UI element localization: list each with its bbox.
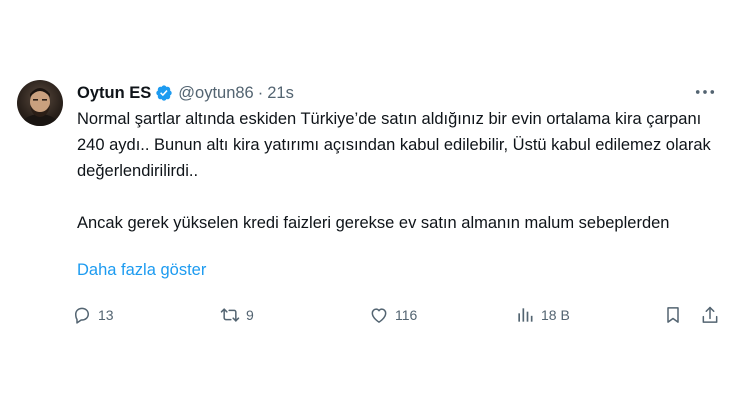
retweet-count: 9 bbox=[246, 307, 254, 323]
bookmark-button[interactable] bbox=[663, 303, 683, 327]
share-icon bbox=[700, 305, 720, 325]
reply-button[interactable]: 13 bbox=[72, 303, 114, 327]
tweet-header: Oytun ES @oytun86 · 21s bbox=[77, 82, 710, 104]
retweet-button[interactable]: 9 bbox=[220, 303, 254, 327]
bookmark-icon bbox=[663, 305, 683, 325]
reply-count: 13 bbox=[98, 307, 114, 323]
share-button[interactable] bbox=[700, 303, 720, 327]
show-more-link[interactable]: Daha fazla göster bbox=[77, 261, 206, 280]
avatar[interactable] bbox=[17, 80, 63, 126]
retweet-icon bbox=[220, 305, 240, 325]
author-handle[interactable]: @oytun86 bbox=[178, 84, 253, 103]
tweet-actions: 13 9 116 18 B bbox=[72, 303, 722, 327]
like-button[interactable]: 116 bbox=[369, 303, 417, 327]
verified-badge-icon[interactable] bbox=[155, 84, 173, 102]
more-dots-icon[interactable] bbox=[694, 84, 716, 100]
author-name[interactable]: Oytun ES bbox=[77, 84, 151, 103]
heart-icon bbox=[369, 305, 389, 325]
reply-icon bbox=[72, 305, 92, 325]
separator-dot: · bbox=[257, 83, 264, 102]
avatar-image-icon bbox=[20, 88, 60, 126]
tweet-time[interactable]: 21s bbox=[267, 84, 294, 103]
views-count: 18 B bbox=[541, 307, 570, 323]
like-count: 116 bbox=[395, 307, 418, 323]
tweet-paragraph-2: Ancak gerek yükselen kredi faizleri gere… bbox=[77, 214, 670, 232]
views-button[interactable]: 18 B bbox=[515, 303, 570, 327]
tweet[interactable]: Oytun ES @oytun86 · 21s Normal şartlar a… bbox=[0, 0, 730, 420]
tweet-paragraph-1: Normal şartlar altında eskiden Türkiye’d… bbox=[77, 110, 711, 180]
views-chart-icon bbox=[515, 305, 535, 325]
tweet-text: Normal şartlar altında eskiden Türkiye’d… bbox=[77, 106, 717, 236]
